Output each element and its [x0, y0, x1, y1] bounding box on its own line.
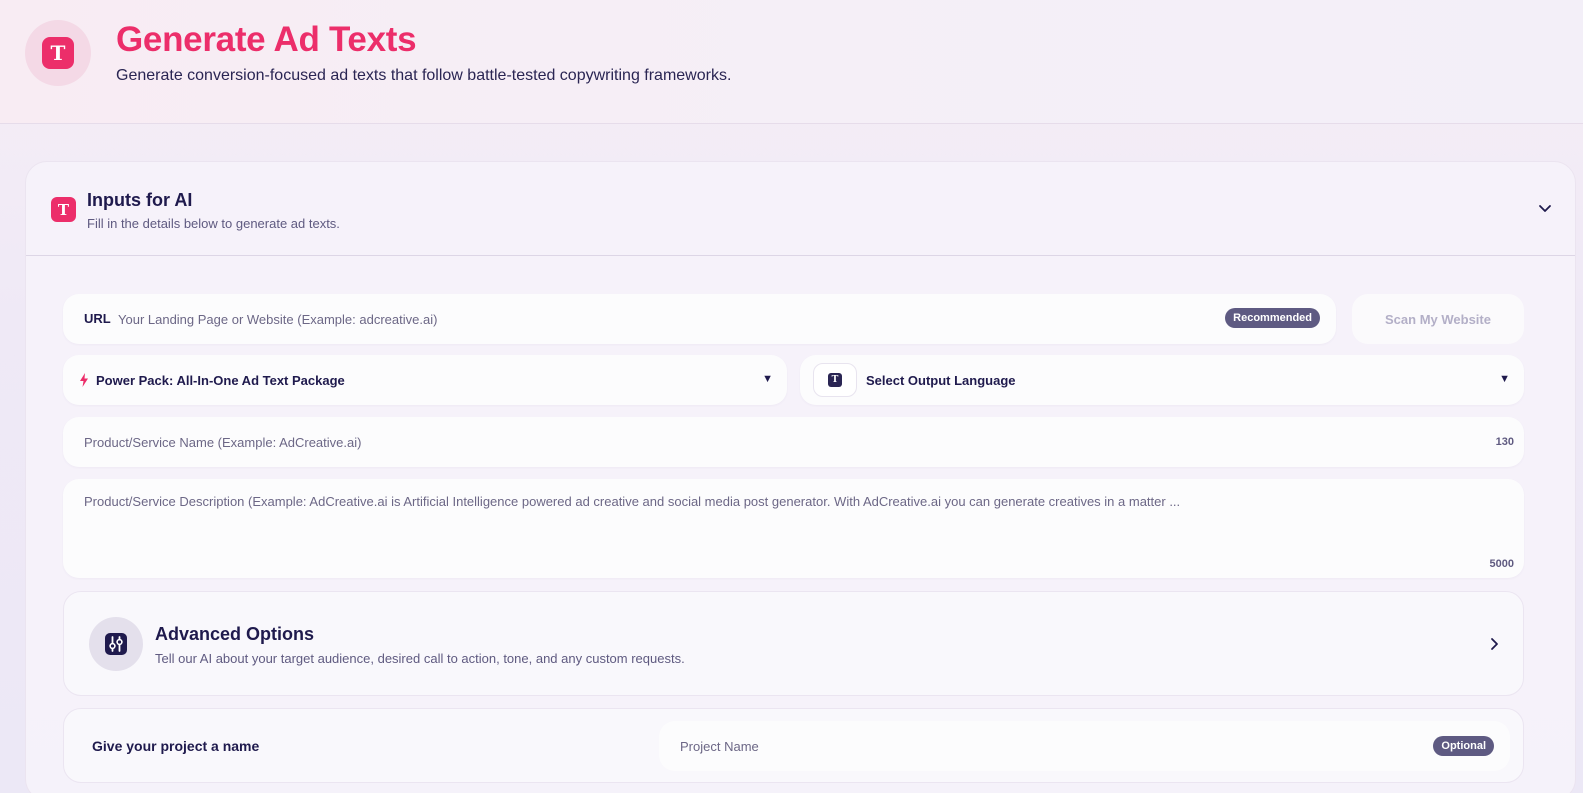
translate-icon: T — [813, 363, 857, 397]
scan-website-button[interactable]: Scan My Website — [1352, 294, 1524, 344]
t-logo-icon: T — [51, 197, 76, 222]
page-subtitle: Generate conversion-focused ad texts tha… — [116, 67, 732, 84]
inputs-card-title: Inputs for AI — [87, 190, 193, 210]
caret-down-icon: ▼ — [1499, 373, 1510, 385]
url-field: URL Recommended — [63, 294, 1336, 344]
page-header: T Generate Ad Texts Generate conversion-… — [0, 0, 1583, 124]
optional-badge: Optional — [1433, 736, 1494, 756]
product-description-input[interactable] — [84, 493, 1504, 553]
project-name-input[interactable] — [680, 731, 1420, 761]
language-select-value: Select Output Language — [866, 373, 1016, 388]
inputs-card-subtitle: Fill in the details below to generate ad… — [87, 216, 340, 231]
language-select[interactable]: T Select Output Language ▼ — [800, 355, 1524, 405]
header-logo: T — [25, 20, 91, 86]
lightning-bolt-icon — [80, 373, 88, 387]
package-select-value: Power Pack: All-In-One Ad Text Package — [96, 373, 345, 388]
advanced-options-subtitle: Tell our AI about your target audience, … — [155, 651, 685, 666]
advanced-options-title: Advanced Options — [155, 624, 315, 644]
url-label: URL — [84, 311, 111, 326]
project-name-panel: Give your project a name Optional — [63, 708, 1524, 783]
t-logo-icon: T — [42, 37, 74, 69]
package-select[interactable]: Power Pack: All-In-One Ad Text Package ▼ — [63, 355, 787, 405]
product-name-field: 130 — [63, 417, 1524, 467]
product-description-field: 5000 — [63, 479, 1524, 578]
url-input[interactable] — [118, 304, 1198, 334]
sliders-icon — [105, 633, 127, 655]
product-name-char-counter: 130 — [1495, 436, 1514, 448]
chevron-down-icon[interactable] — [1537, 200, 1553, 216]
project-name-field: Optional — [659, 721, 1510, 771]
caret-down-icon: ▼ — [762, 373, 773, 385]
project-name-label: Give your project a name — [92, 738, 260, 754]
inputs-card: T Inputs for AI Fill in the details belo… — [25, 161, 1576, 793]
recommended-badge: Recommended — [1225, 308, 1320, 328]
sliders-icon-wrap — [89, 617, 143, 671]
product-name-input[interactable] — [84, 427, 1464, 457]
product-description-char-counter: 5000 — [1489, 558, 1514, 570]
page-title: Generate Ad Texts — [116, 20, 417, 59]
chevron-right-icon — [1491, 638, 1498, 650]
t-logo-icon: T — [828, 373, 842, 387]
inputs-card-header[interactable]: T Inputs for AI Fill in the details belo… — [26, 162, 1575, 256]
advanced-options-panel[interactable]: Advanced Options Tell our AI about your … — [63, 591, 1524, 696]
